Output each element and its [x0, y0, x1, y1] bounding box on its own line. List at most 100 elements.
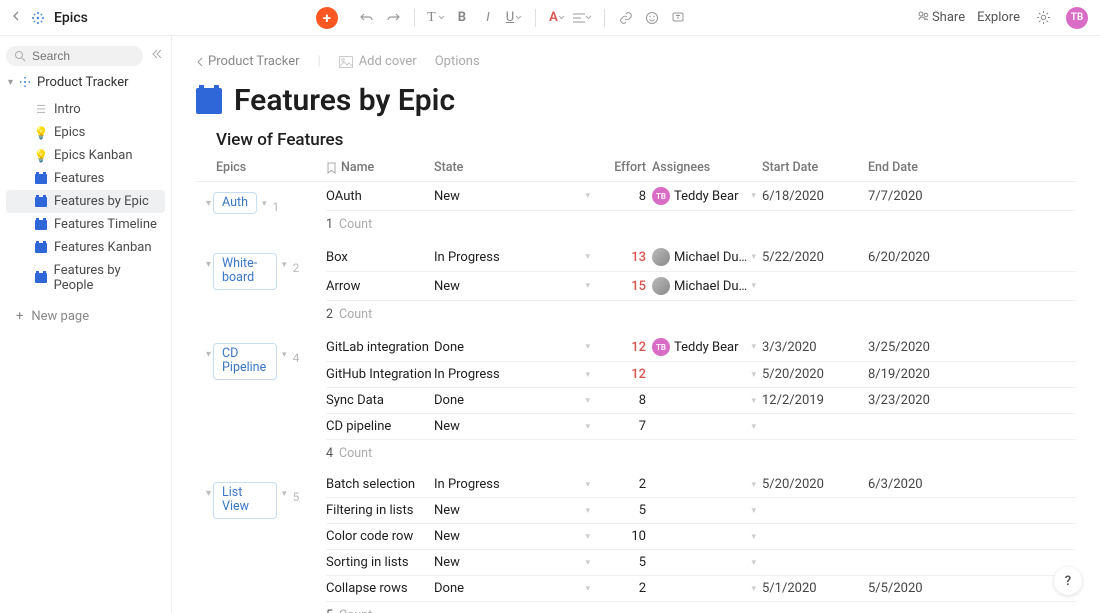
caret-icon[interactable]: ▾	[585, 252, 590, 262]
cell-assignee[interactable]: ▾	[652, 370, 762, 380]
cell-start-date[interactable]: 6/18/2020	[762, 189, 868, 204]
table-row[interactable]: Color code rowNew▾10▾	[326, 524, 1076, 550]
cell-name[interactable]: GitLab integration	[326, 340, 434, 355]
cell-assignee[interactable]: ▾	[652, 506, 762, 516]
sidebar-item[interactable]: 💡Epics Kanban	[6, 144, 165, 167]
cell-effort[interactable]: 12	[602, 367, 652, 382]
cell-state[interactable]: Done▾	[434, 581, 602, 596]
cell-start-date[interactable]: 5/1/2020	[762, 581, 868, 596]
cell-end-date[interactable]: 8/19/2020	[868, 367, 968, 382]
cell-end-date[interactable]: 5/5/2020	[868, 581, 968, 596]
table-row[interactable]: ArrowNew▾15Michael Du…▾	[326, 272, 1076, 301]
caret-icon[interactable]: ▾	[585, 342, 590, 352]
caret-icon[interactable]: ▾	[751, 396, 762, 406]
sidebar-item[interactable]: Features Timeline	[6, 213, 165, 236]
caret-icon[interactable]: ▾	[751, 281, 762, 291]
table-row[interactable]: BoxIn Progress▾13Michael Du…▾5/22/20206/…	[326, 243, 1076, 272]
table-row[interactable]: Sorting in listsNew▾5▾	[326, 550, 1076, 576]
cell-start-date[interactable]: 12/2/2019	[762, 393, 868, 408]
caret-icon[interactable]: ▾	[585, 396, 590, 406]
cell-end-date[interactable]: 6/20/2020	[868, 250, 968, 265]
caret-icon[interactable]: ▾	[751, 558, 762, 568]
col-start-date[interactable]: Start Date	[762, 160, 868, 175]
cell-state[interactable]: New▾	[434, 189, 602, 204]
col-effort[interactable]: Effort	[602, 160, 652, 175]
search-input[interactable]	[6, 46, 143, 66]
chevron-down-icon[interactable]: ▾	[206, 253, 211, 270]
cell-state[interactable]: New▾	[434, 503, 602, 518]
table-row[interactable]: GitLab integrationDone▾12TBTeddy Bear▾3/…	[326, 333, 1076, 362]
cell-state[interactable]: New▾	[434, 279, 602, 294]
new-page-button[interactable]: + New page	[6, 301, 165, 328]
cell-assignee[interactable]: TBTeddy Bear▾	[652, 338, 762, 356]
cell-effort[interactable]: 13	[602, 250, 652, 265]
group-header[interactable]: ▾White-board▾2	[196, 243, 326, 332]
caret-icon[interactable]: ▾	[585, 532, 590, 542]
epic-pill[interactable]: Auth	[213, 192, 257, 214]
caret-icon[interactable]: ▾	[751, 191, 762, 201]
chevron-down-icon[interactable]: ▾	[206, 343, 211, 360]
explore-button[interactable]: Explore	[977, 10, 1020, 25]
undo-button[interactable]	[356, 7, 378, 29]
col-state[interactable]: State	[434, 160, 602, 175]
epic-pill[interactable]: CD Pipeline	[213, 343, 277, 380]
caret-icon[interactable]: ▾	[751, 506, 762, 516]
cell-assignee[interactable]: ▾	[652, 480, 762, 490]
cell-state[interactable]: Done▾	[434, 340, 602, 355]
cell-name[interactable]: Sync Data	[326, 393, 434, 408]
caret-icon[interactable]: ▾	[751, 532, 762, 542]
cell-effort[interactable]: 8	[602, 393, 652, 408]
cell-effort[interactable]: 2	[602, 477, 652, 492]
caret-icon[interactable]: ▾	[585, 558, 590, 568]
underline-button[interactable]: U	[503, 7, 525, 29]
text-color-button[interactable]: A	[546, 7, 568, 29]
cell-state[interactable]: Done▾	[434, 393, 602, 408]
caret-icon[interactable]: ▾	[585, 584, 590, 594]
table-row[interactable]: Filtering in listsNew▾5 ▾	[326, 498, 1076, 524]
col-name[interactable]: Name	[326, 160, 434, 175]
group-header[interactable]: ▾List View▾5	[196, 472, 326, 613]
cell-name[interactable]: Collapse rows	[326, 581, 434, 596]
page-icon[interactable]	[196, 88, 222, 114]
cell-name[interactable]: GitHub Integration	[326, 367, 434, 382]
table-row[interactable]: CD pipelineNew▾7▾	[326, 414, 1076, 440]
sidebar-root[interactable]: ▾ Product Tracker	[6, 70, 165, 94]
caret-icon[interactable]: ▾	[585, 506, 590, 516]
cell-effort[interactable]: 15	[602, 279, 652, 294]
cell-start-date[interactable]: 5/22/2020	[762, 250, 868, 265]
col-end-date[interactable]: End Date	[868, 160, 968, 175]
table-row[interactable]: Batch selectionIn Progress▾2▾5/20/20206/…	[326, 472, 1076, 498]
cell-assignee[interactable]: TBTeddy Bear▾	[652, 187, 762, 205]
cell-assignee[interactable]: Michael Du…▾	[652, 277, 762, 295]
group-header[interactable]: ▾CD Pipeline▾4	[196, 333, 326, 471]
cell-name[interactable]: Filtering in lists	[326, 503, 434, 518]
sidebar-item[interactable]: Features Kanban	[6, 236, 165, 259]
col-assignees[interactable]: Assignees	[652, 160, 762, 175]
caret-icon[interactable]: ▾	[279, 253, 287, 270]
cell-end-date[interactable]: 6/3/2020	[868, 477, 968, 492]
caret-icon[interactable]: ▾	[751, 370, 762, 380]
cell-state[interactable]: In Progress▾	[434, 250, 602, 265]
cell-assignee[interactable]: ▾	[652, 532, 762, 542]
cell-start-date[interactable]: 3/3/2020	[762, 340, 868, 355]
col-epics[interactable]: Epics	[216, 160, 326, 175]
comment-button[interactable]	[667, 7, 689, 29]
cell-effort[interactable]: 2	[602, 581, 652, 596]
cell-state[interactable]: New▾	[434, 419, 602, 434]
cell-effort[interactable]: 5	[602, 503, 652, 518]
cell-assignee[interactable]: ▾	[652, 558, 762, 568]
caret-icon[interactable]: ▾	[585, 370, 590, 380]
epic-pill[interactable]: List View	[213, 482, 277, 519]
sidebar-item[interactable]: 💡Epics	[6, 121, 165, 144]
collapse-sidebar-button[interactable]	[149, 46, 165, 66]
user-avatar[interactable]: TB	[1066, 7, 1088, 29]
caret-icon[interactable]: ▾	[751, 584, 762, 594]
cell-assignee[interactable]: ▾	[652, 422, 762, 432]
sidebar-item[interactable]: Features by People	[6, 259, 165, 297]
cell-effort[interactable]: 12	[602, 340, 652, 355]
link-button[interactable]	[615, 7, 637, 29]
share-button[interactable]: Share	[917, 10, 965, 25]
cell-start-date[interactable]: 5/20/2020	[762, 367, 868, 382]
sidebar-item[interactable]: Features	[6, 167, 165, 190]
emoji-button[interactable]	[641, 7, 663, 29]
